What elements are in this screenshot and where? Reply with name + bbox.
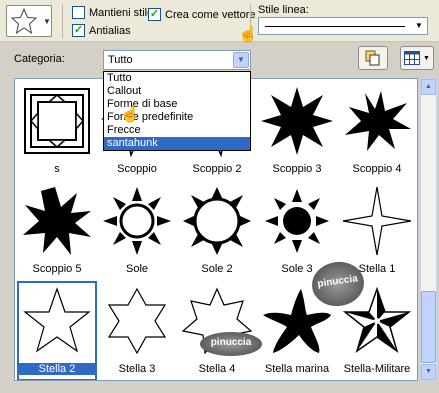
sun-shape	[265, 189, 329, 253]
antialias-checkbox[interactable]: ✓ Antialias	[72, 24, 131, 37]
six-point-star-shape	[107, 287, 167, 355]
five-point-star-shape	[23, 287, 91, 353]
shape-label: Scoppio 2	[192, 163, 242, 175]
watermark-text: pinuccia	[210, 337, 252, 348]
categoria-option[interactable]: Callout	[104, 85, 250, 98]
star-icon	[10, 7, 38, 35]
shape-label: Stella 4	[198, 363, 236, 375]
four-point-star-shape	[342, 186, 412, 256]
checkbox-box[interactable]: ✓	[72, 24, 85, 37]
shape-scoppio-3[interactable]: Scoppio 3	[257, 81, 337, 181]
checkbox-box[interactable]: ✓	[148, 8, 161, 21]
sun-shape	[183, 187, 251, 255]
copy-icon	[365, 50, 380, 66]
pointing-hand-icon: ☝	[238, 26, 258, 43]
shape-label: Sole	[125, 263, 149, 275]
categoria-option-highlighted[interactable]: santahunk	[104, 137, 250, 150]
shape-label: Stella 3	[118, 363, 156, 375]
options-toolbar: ▼ Mantieni stile ✓ Antialias ✓ Crea come…	[0, 0, 439, 42]
scroll-down-icon[interactable]: ▼	[421, 364, 436, 380]
categoria-select[interactable]: Tutto ▼	[103, 50, 251, 70]
stile-linea-dropdown[interactable]: ▼	[258, 17, 428, 35]
burst-shape	[345, 91, 411, 151]
shape-label: Sole 2	[201, 263, 233, 275]
shape-label: Scoppio	[117, 163, 157, 175]
antialias-label: Antialias	[89, 24, 131, 37]
categoria-selected-value: Tutto	[108, 54, 133, 66]
checkbox-box[interactable]	[72, 6, 85, 19]
toolbar-separator	[62, 4, 63, 38]
categoria-label: Categoria:	[14, 53, 65, 65]
stile-linea-label: Stile linea:	[258, 4, 309, 16]
crea-come-vettore-label: Crea come vettore	[165, 8, 256, 21]
shape-sole[interactable]: Sole	[97, 181, 177, 281]
chevron-down-icon[interactable]: ▼	[412, 19, 426, 33]
shape-stella-3[interactable]: Stella 3	[97, 281, 177, 380]
mantieni-stile-checkbox[interactable]: Mantieni stile	[72, 6, 153, 19]
watermark-text: pinuccia	[316, 273, 359, 290]
categoria-option[interactable]: Frecce	[104, 124, 250, 137]
shape-label: Scoppio 5	[32, 263, 82, 275]
watermark-logo: pinuccia	[200, 332, 262, 356]
chevron-down-icon: ▼	[423, 54, 430, 62]
chevron-down-icon: ▼	[43, 16, 51, 26]
shape-label: Scoppio 3	[272, 163, 322, 175]
shape-s[interactable]: s	[17, 81, 97, 181]
shape-scoppio-5[interactable]: Scoppio 5	[17, 181, 97, 281]
line-style-preview	[265, 26, 405, 27]
copy-shapes-button[interactable]	[358, 46, 388, 70]
scrollbar-thumb[interactable]	[421, 291, 436, 363]
grid-view-icon	[404, 51, 421, 65]
burst-shape	[23, 187, 91, 255]
scroll-up-icon[interactable]: ▲	[421, 79, 436, 95]
mantieni-stile-label: Mantieni stile	[89, 6, 154, 19]
burst-shape	[261, 87, 333, 155]
shape-label: Stella 2	[19, 363, 95, 375]
crea-come-vettore-checkbox[interactable]: ✓ Crea come vettore	[148, 8, 255, 21]
shape-label: Scoppio 4	[352, 163, 402, 175]
shape-label: s	[54, 163, 60, 175]
bottom-edge	[0, 385, 439, 393]
chevron-down-icon[interactable]: ▼	[233, 52, 249, 68]
preset-shape-button[interactable]: ▼	[6, 5, 52, 37]
shape-scoppio-4[interactable]: Scoppio 4	[337, 81, 417, 181]
shape-stella-2[interactable]: Stella 2	[17, 281, 97, 380]
shape-label: Stella marina	[264, 363, 330, 375]
shape-stella-4[interactable]: Stella 4	[177, 281, 257, 380]
gallery-scrollbar[interactable]: ▲ ▼	[420, 78, 437, 381]
sun-shape	[103, 187, 171, 255]
shape-sole-2[interactable]: Sole 2	[177, 181, 257, 281]
shape-label: Stella-Militare	[343, 363, 411, 375]
view-mode-button[interactable]: ▼	[400, 46, 434, 70]
framed-square-shape	[24, 88, 90, 154]
categoria-option[interactable]: Tutto	[104, 72, 250, 85]
pointing-hand-icon: ☝	[120, 106, 140, 123]
